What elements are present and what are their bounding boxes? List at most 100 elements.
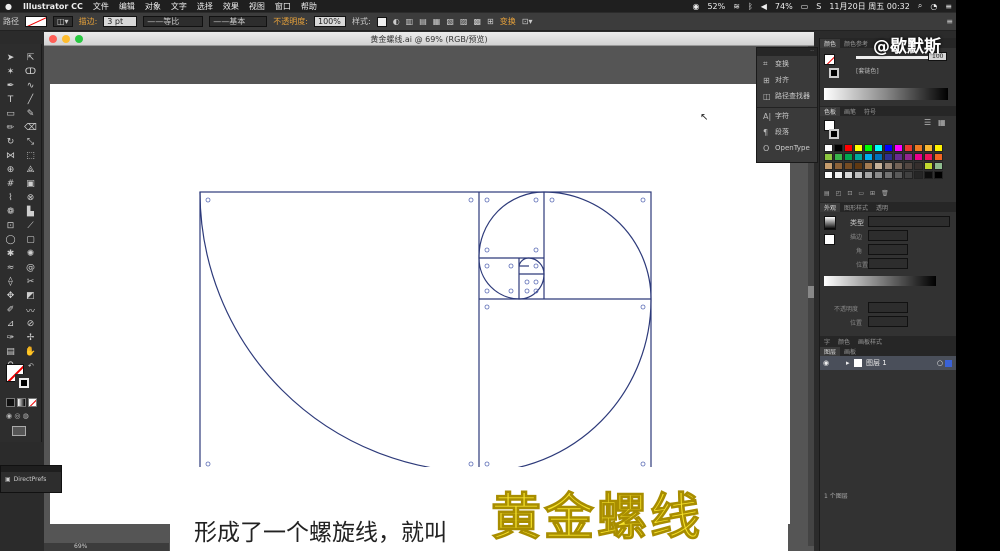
warp-tool-icon[interactable]: ≈ xyxy=(4,262,17,274)
color-spectrum-bar[interactable] xyxy=(824,88,948,100)
isolate-icon[interactable]: ⊡▾ xyxy=(522,17,533,26)
type-tool-icon[interactable]: T xyxy=(4,94,17,106)
opacity-input[interactable]: 100% xyxy=(313,16,346,27)
pen-delete-anchor-icon[interactable]: ✢ xyxy=(24,332,37,344)
gradient-fill-box[interactable] xyxy=(824,234,835,245)
gradient-position-input[interactable] xyxy=(868,316,908,327)
color-swatch[interactable] xyxy=(834,171,843,179)
brush-blob-tool-icon[interactable]: ✐ xyxy=(4,304,17,316)
menu-object[interactable]: 对象 xyxy=(145,1,161,12)
aspect-input[interactable] xyxy=(868,258,908,269)
color-swatch[interactable] xyxy=(864,171,873,179)
color-swatch[interactable] xyxy=(824,162,833,170)
color-swatch[interactable] xyxy=(904,162,913,170)
stroke-color-box[interactable] xyxy=(15,374,33,392)
swap-fill-stroke-icon[interactable]: ↶ xyxy=(28,362,34,370)
panel-item-paragraph[interactable]: ¶ 段落 xyxy=(757,124,817,140)
bell-icon[interactable]: ◉ xyxy=(692,2,699,11)
color-swatch[interactable] xyxy=(934,162,943,170)
puppet-warp-tool-icon[interactable]: ✥ xyxy=(4,290,17,302)
golden-spiral-artwork[interactable] xyxy=(50,84,790,524)
layer-name[interactable]: 图层 1 xyxy=(866,358,887,368)
tab-swatches[interactable]: 色板 xyxy=(820,106,841,116)
menu-edit[interactable]: 编辑 xyxy=(119,1,135,12)
color-swatch[interactable] xyxy=(824,171,833,179)
scroll-thumb[interactable] xyxy=(808,286,814,298)
stroke-weight-input[interactable]: 3 pt xyxy=(103,16,138,27)
color-swatch[interactable] xyxy=(854,162,863,170)
twirl-tool-icon[interactable]: @ xyxy=(24,262,37,274)
align-icon[interactable]: ▥ xyxy=(406,17,414,26)
swatch-library-icon[interactable]: ▤ xyxy=(824,190,830,197)
color-stroke-box[interactable] xyxy=(829,68,839,78)
tab-artboard-styles[interactable]: 画板样式 xyxy=(854,337,886,346)
color-swatch[interactable] xyxy=(844,171,853,179)
color-swatch[interactable] xyxy=(894,162,903,170)
tab-appearance[interactable]: 外观 xyxy=(820,202,841,212)
color-swatch[interactable] xyxy=(914,144,923,152)
curvature-tool-icon[interactable]: ∿ xyxy=(24,80,37,92)
color-swatch[interactable] xyxy=(934,144,943,152)
color-swatch[interactable] xyxy=(874,144,883,152)
fill-swatch[interactable] xyxy=(25,16,47,27)
knife-tool-icon[interactable]: ⟠ xyxy=(4,276,17,288)
blend-tool-icon[interactable]: ⊗ xyxy=(24,192,37,204)
layer-row[interactable]: ◉ ▸ 图层 1 ○ xyxy=(820,356,956,370)
gradient-button[interactable] xyxy=(17,398,26,407)
color-swatch[interactable] xyxy=(864,162,873,170)
ellipse-tool-icon[interactable]: ◯ xyxy=(4,234,17,246)
paintbrush-tool-icon[interactable]: ✎ xyxy=(24,108,37,120)
list-view-icon[interactable]: ☰ xyxy=(924,118,931,127)
screen-mode-icon[interactable] xyxy=(12,426,26,436)
stroke-type-select[interactable] xyxy=(868,230,908,241)
symbol-sprayer-tool-icon[interactable]: ❁ xyxy=(4,206,17,218)
recolor-icon[interactable]: ◐ xyxy=(393,17,400,26)
color-swatch[interactable] xyxy=(854,153,863,161)
color-button[interactable] xyxy=(6,398,15,407)
tab-brushes[interactable]: 画笔 xyxy=(840,107,860,116)
gradient-opacity-input[interactable] xyxy=(868,302,908,313)
menu-select[interactable]: 选择 xyxy=(197,1,213,12)
distribute-icon[interactable]: ▤ xyxy=(419,17,427,26)
scissors-tool-icon[interactable]: ✂ xyxy=(24,276,37,288)
panel-item-align[interactable]: ⊞ 对齐 xyxy=(757,72,817,88)
star-tool-icon[interactable]: ✱ xyxy=(4,248,17,260)
color-swatch[interactable] xyxy=(874,171,883,179)
battery-icon[interactable]: ▭ xyxy=(801,2,809,11)
pencil-tool-icon[interactable]: ✏ xyxy=(4,122,17,134)
expand-arrow-icon[interactable]: ▸ xyxy=(846,359,854,367)
color-swatch[interactable] xyxy=(924,171,933,179)
path-eraser-tool-icon[interactable]: ⊘ xyxy=(24,318,37,330)
smooth-tool-icon[interactable]: 〰 xyxy=(24,304,37,317)
color-swatch[interactable] xyxy=(914,162,923,170)
color-swatch[interactable] xyxy=(884,144,893,152)
color-swatch[interactable] xyxy=(844,144,853,152)
color-swatch[interactable] xyxy=(834,153,843,161)
color-swatch[interactable] xyxy=(904,144,913,152)
color-swatch[interactable] xyxy=(924,162,933,170)
tab-transparency[interactable]: 透明 xyxy=(872,203,892,212)
color-swatch[interactable] xyxy=(914,171,923,179)
color-swatch[interactable] xyxy=(884,162,893,170)
transform-label[interactable]: 变换 xyxy=(500,16,516,27)
selection-tool-icon[interactable]: ➤ xyxy=(4,52,17,64)
input-method-icon[interactable]: S xyxy=(816,2,821,11)
column-graph-tool-icon[interactable]: ▙ xyxy=(24,206,37,218)
artboard[interactable]: ↖ xyxy=(50,84,790,524)
menu-window[interactable]: 窗口 xyxy=(275,1,291,12)
tab-symbols[interactable]: 符号 xyxy=(860,107,880,116)
tab-color[interactable]: 颜色 xyxy=(820,38,841,48)
eyedropper-tool-icon[interactable]: ⌇ xyxy=(4,192,17,204)
color-fill-box[interactable] xyxy=(824,54,835,65)
tab-artboards[interactable]: 画板 xyxy=(840,347,860,356)
color-swatch[interactable] xyxy=(894,153,903,161)
color-swatch[interactable] xyxy=(824,144,833,152)
panel-item-transform[interactable]: ⌗ 变换 xyxy=(757,56,817,72)
graph-tool-icon[interactable]: ▤ xyxy=(4,346,17,358)
menu-type[interactable]: 文字 xyxy=(171,1,187,12)
tab-color2[interactable]: 颜色 xyxy=(834,337,854,346)
tab-layers[interactable]: 图层 xyxy=(820,346,841,356)
gradient-type-select[interactable] xyxy=(868,216,950,227)
new-color-group-icon[interactable]: ▭ xyxy=(858,190,864,197)
line-tool-icon[interactable]: ╱ xyxy=(24,94,37,106)
